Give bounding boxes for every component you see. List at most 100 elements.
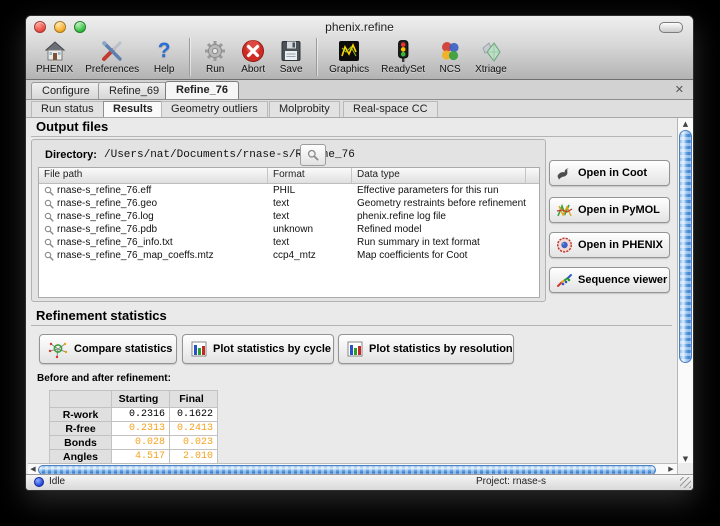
file-row[interactable]: rnase-s_refine_76.log text phenix.refine… — [39, 210, 539, 223]
table-header-row: File path Format Data type — [39, 168, 539, 184]
open-in-phenix-button[interactable]: Open in PHENIX — [549, 232, 670, 258]
status-bar: Idle Project: rnase-s — [26, 474, 693, 490]
close-tab-icon[interactable]: ✕ — [675, 83, 684, 96]
toolbar-button-run[interactable]: Run — [196, 37, 234, 75]
tab-molprobity[interactable]: Molprobity — [269, 101, 340, 117]
compare-statistics-button[interactable]: Compare statistics — [39, 334, 177, 364]
save-floppy-icon — [278, 38, 304, 64]
vertical-scrollbar[interactable]: ▲ ▼ — [677, 118, 693, 465]
tab-label: Configure — [42, 85, 90, 97]
file-path: rnase-s_refine_76.pdb — [57, 224, 157, 235]
open-in-coot-button[interactable]: Open in Coot — [549, 160, 670, 186]
button-label: Open in Coot — [578, 167, 647, 179]
sequence-icon — [556, 273, 573, 288]
toolbar-label: Save — [280, 64, 303, 75]
stats-value: 0.023 — [170, 436, 218, 450]
toolbar-button-phenix[interactable]: PHENIX — [30, 37, 79, 75]
magnifier-icon — [44, 225, 54, 235]
electron-density-icon — [336, 38, 362, 64]
column-header-format[interactable]: Format — [268, 168, 352, 183]
tab-geometry-outliers[interactable]: Geometry outliers — [161, 101, 268, 117]
resize-grip[interactable] — [680, 477, 691, 488]
column-header-data-type[interactable]: Data type — [352, 168, 526, 183]
file-row[interactable]: rnase-s_refine_76_info.txt text Run summ… — [39, 236, 539, 249]
stats-row-label: R-free — [50, 422, 112, 436]
toolbar-label: Help — [154, 64, 175, 75]
tab-results[interactable]: Results — [103, 101, 163, 117]
tab-label: Refine_69 — [109, 85, 159, 97]
section-divider — [31, 325, 672, 326]
status-idle-icon — [34, 477, 44, 487]
stats-value: 0.1622 — [170, 408, 218, 422]
stats-col-starting: Starting — [112, 391, 170, 408]
toolbar-label: Abort — [241, 64, 265, 75]
tab-label: Results — [113, 103, 153, 115]
magnifier-icon — [44, 199, 54, 209]
tab-label: Real-space CC — [353, 103, 428, 115]
stats-row-r-work: R-work 0.2316 0.1622 — [50, 408, 218, 422]
file-format: text — [268, 237, 352, 248]
tab-configure[interactable]: Configure — [31, 82, 101, 99]
abort-x-icon — [240, 38, 266, 64]
stats-row-label: Angles — [50, 450, 112, 464]
toolbar-button-save[interactable]: Save — [272, 37, 310, 75]
file-row[interactable]: rnase-s_refine_76.eff PHIL Effective par… — [39, 184, 539, 197]
toolbar-label: Graphics — [329, 64, 369, 75]
window-title: phenix.refine — [26, 20, 693, 34]
toolbar-button-preferences[interactable]: Preferences — [79, 37, 145, 75]
file-data-type: Refined model — [352, 224, 526, 235]
browse-directory-button[interactable] — [300, 144, 326, 166]
scroll-up-arrow[interactable]: ▲ — [678, 118, 693, 130]
stats-row-label: R-work — [50, 408, 112, 422]
file-data-type: Run summary in text format — [352, 237, 526, 248]
toolbar-button-readyset[interactable]: ReadySet — [375, 37, 431, 75]
stats-value: 0.2413 — [170, 422, 218, 436]
stats-row-r-free: R-free 0.2313 0.2413 — [50, 422, 218, 436]
sub-tab-bar: Run status Results Geometry outliers Mol… — [26, 100, 693, 118]
button-label: Open in PyMOL — [578, 204, 660, 216]
file-path: rnase-s_refine_76_info.txt — [57, 237, 173, 248]
toolbar-button-abort[interactable]: Abort — [234, 37, 272, 75]
column-header-file-path[interactable]: File path — [39, 168, 268, 183]
stats-value: 0.028 — [112, 436, 170, 450]
plot-by-resolution-button[interactable]: Plot statistics by resolution — [338, 334, 514, 364]
stats-header-row: Starting Final — [50, 391, 218, 408]
button-label: Compare statistics — [74, 343, 172, 355]
app-window: phenix.refine PHENIX — [25, 15, 694, 491]
gear-icon — [202, 38, 228, 64]
file-row[interactable]: rnase-s_refine_76_map_coeffs.mtz ccp4_mt… — [39, 249, 539, 262]
toolbar-button-help[interactable]: ? Help — [145, 37, 183, 75]
open-in-pymol-button[interactable]: Open in PyMOL — [549, 197, 670, 223]
toolbar-toggle-button[interactable] — [659, 22, 683, 33]
file-row[interactable]: rnase-s_refine_76.geo text Geometry rest… — [39, 197, 539, 210]
titlebar[interactable]: phenix.refine — [26, 16, 693, 37]
file-format: unknown — [268, 224, 352, 235]
tab-run-status[interactable]: Run status — [31, 101, 104, 117]
results-panel: Output files Directory: /Users/nat/Docum… — [26, 118, 677, 465]
help-question-icon: ? — [151, 38, 177, 64]
window-chrome: phenix.refine PHENIX — [26, 16, 693, 80]
toolbar-button-xtriage[interactable]: Xtriage — [469, 37, 513, 75]
tab-refine-69[interactable]: Refine_69 — [98, 82, 170, 99]
file-data-type: Effective parameters for this run — [352, 185, 526, 196]
toolbar: PHENIX Preferences ? Help — [30, 37, 693, 79]
vertical-scroll-thumb[interactable] — [679, 130, 692, 363]
tab-real-space-cc[interactable]: Real-space CC — [343, 101, 438, 117]
main-tab-bar: Configure Refine_69 Refine_76 ✕ — [26, 80, 693, 100]
file-data-type: phenix.refine log file — [352, 211, 526, 222]
file-format: PHIL — [268, 185, 352, 196]
plot-by-cycle-button[interactable]: Plot statistics by cycle — [182, 334, 334, 364]
toolbar-button-ncs[interactable]: NCS — [431, 37, 469, 75]
toolbar-button-graphics[interactable]: Graphics — [323, 37, 375, 75]
magnifier-icon — [44, 251, 54, 261]
file-format: ccp4_mtz — [268, 250, 352, 261]
tools-icon — [99, 38, 125, 64]
stats-value: 0.2313 — [112, 422, 170, 436]
file-row[interactable]: rnase-s_refine_76.pdb unknown Refined mo… — [39, 223, 539, 236]
tab-refine-76[interactable]: Refine_76 — [165, 81, 239, 99]
stats-row-label: Bonds — [50, 436, 112, 450]
sequence-viewer-button[interactable]: Sequence viewer — [549, 267, 670, 293]
tab-label: Run status — [41, 103, 94, 115]
file-format: text — [268, 198, 352, 209]
stats-col-final: Final — [170, 391, 218, 408]
